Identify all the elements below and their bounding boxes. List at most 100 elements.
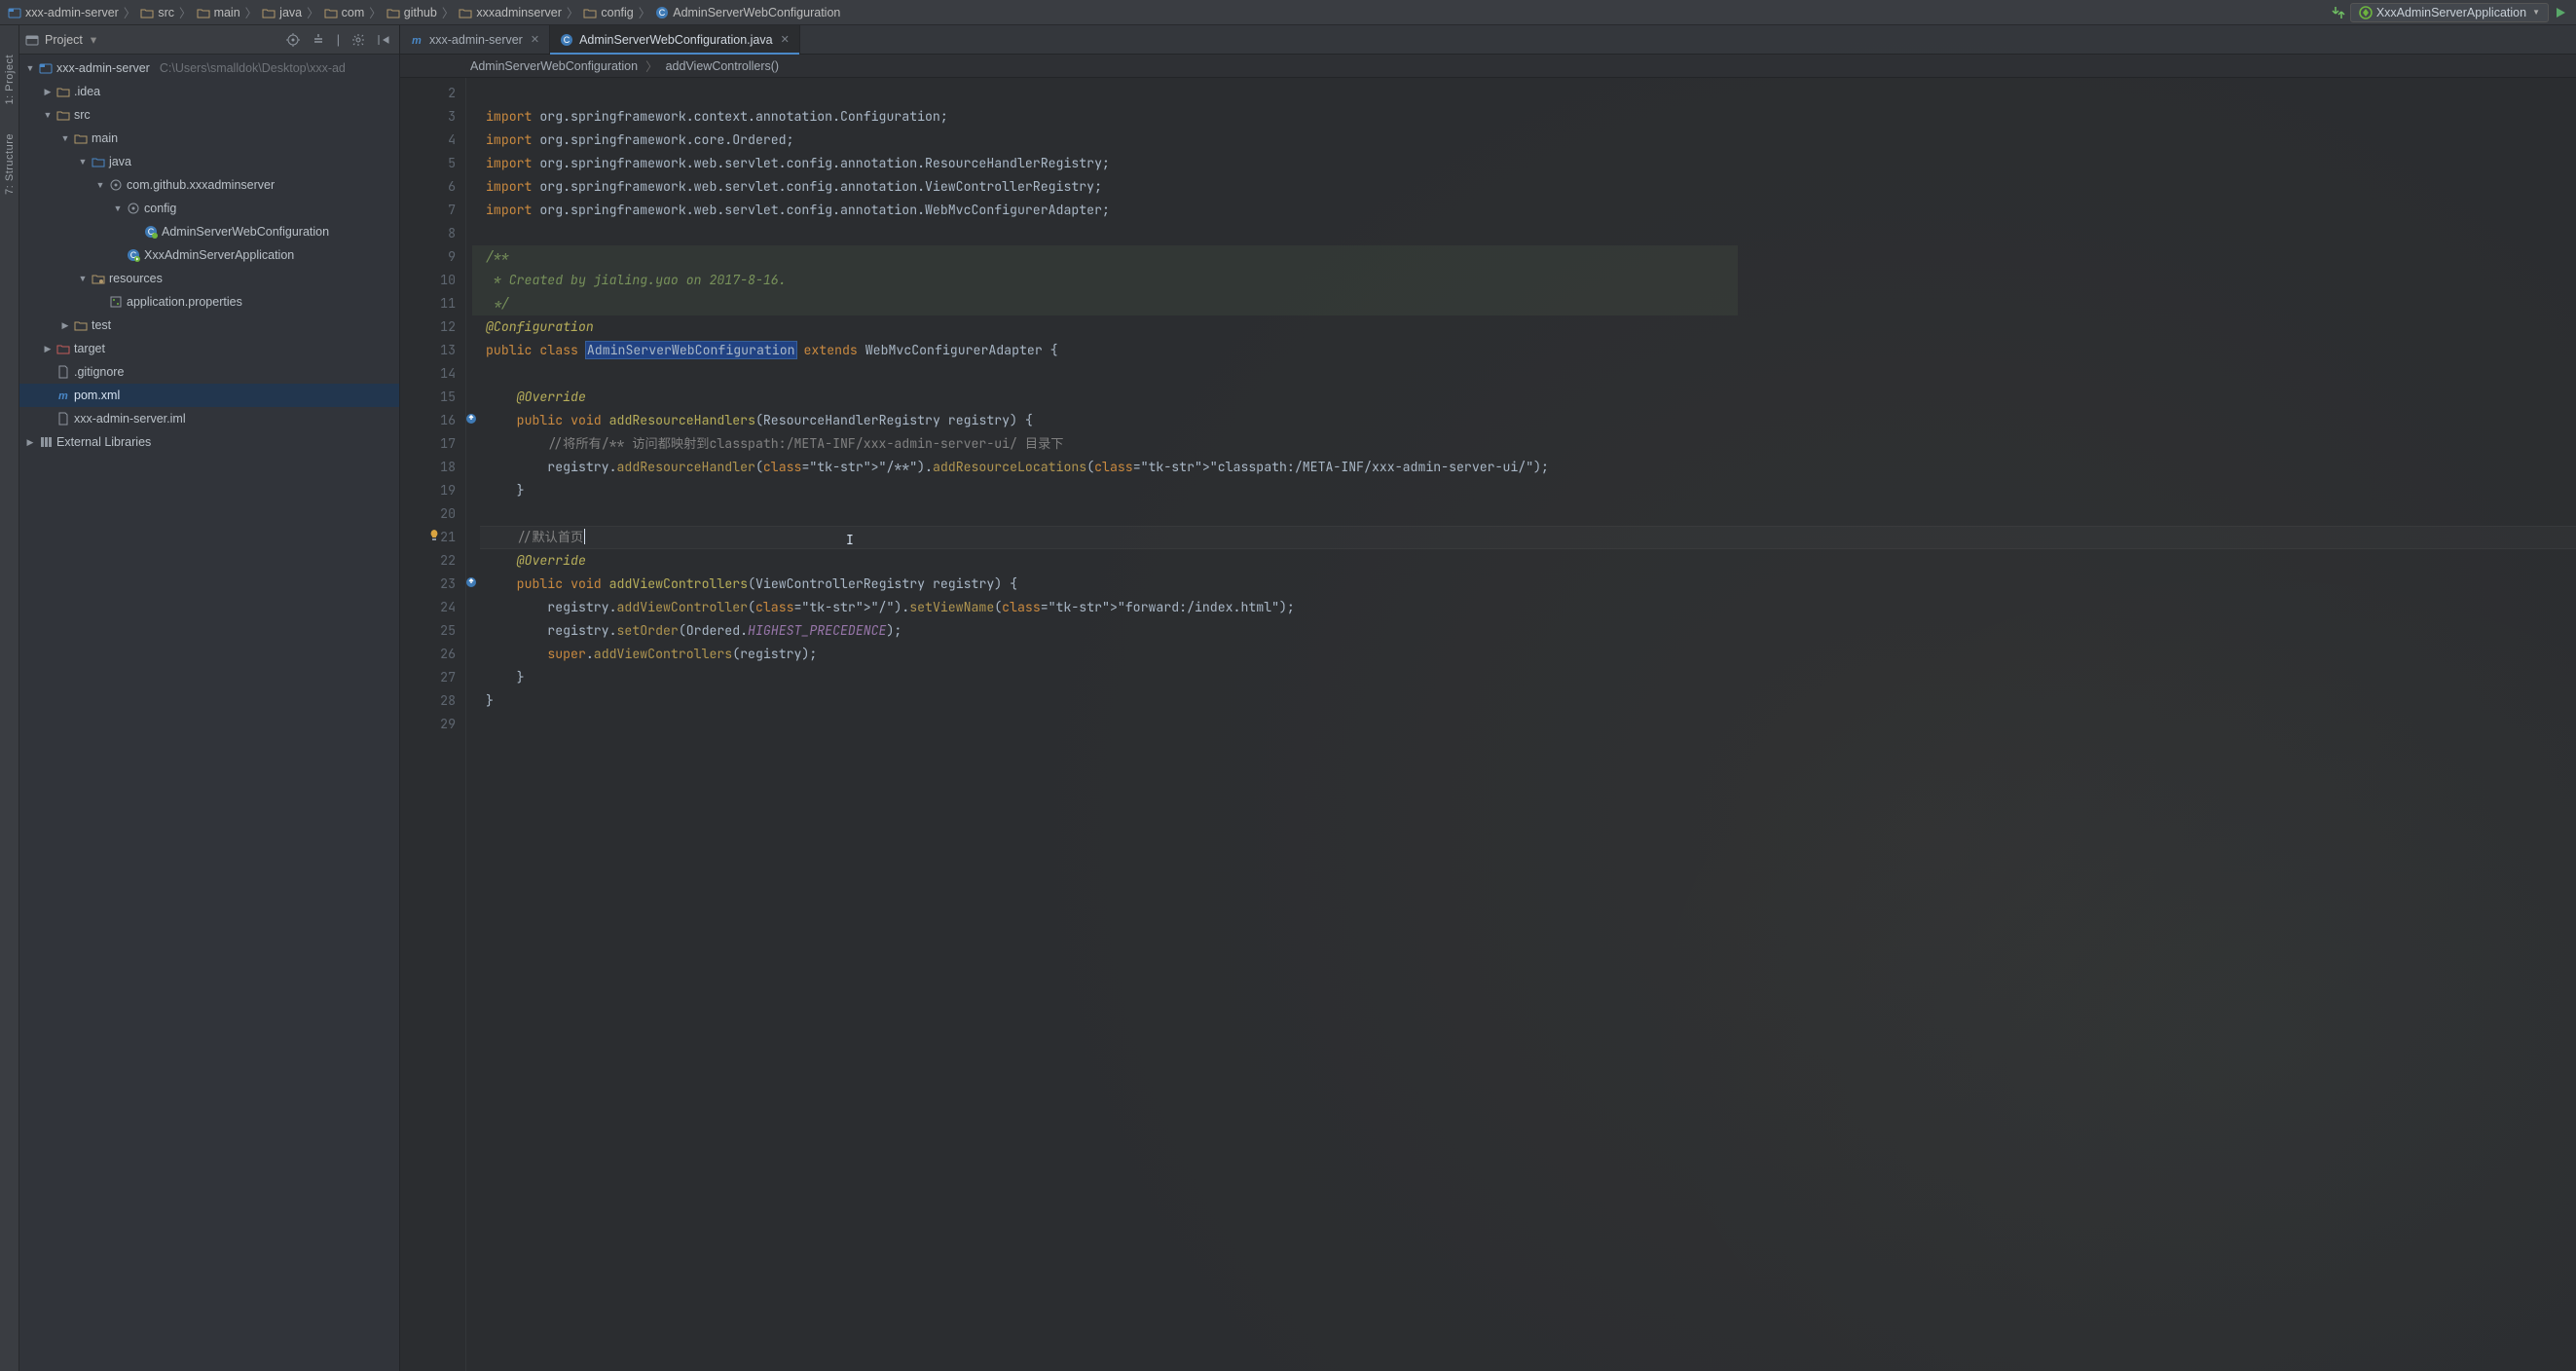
close-icon[interactable]: ✕ [531,33,539,46]
tree-row[interactable]: mpom.xml [19,384,399,407]
breadcrumb-item[interactable]: src [138,6,176,19]
breadcrumb-item[interactable]: main [195,6,242,19]
crumb-class[interactable]: AdminServerWebConfiguration [470,59,638,73]
code-line[interactable]: import org.springframework.web.servlet.c… [486,152,2576,175]
breadcrumb-item[interactable]: github [385,6,439,19]
line-number[interactable]: 17 [400,432,456,456]
code-line[interactable] [486,222,2576,245]
line-number[interactable]: 25 [400,619,456,643]
tree-arrow-icon[interactable]: ▼ [78,157,88,167]
line-number[interactable]: 27 [400,666,456,689]
hide-panel-icon[interactable] [374,33,393,47]
code-line[interactable]: registry.addResourceHandler(class="tk-st… [486,456,2576,479]
line-number[interactable]: 23 [400,573,456,596]
code-line[interactable]: @Configuration [486,315,2576,339]
breadcrumb-item[interactable]: java [260,6,304,19]
code-line[interactable]: registry.setOrder(Ordered.HIGHEST_PRECED… [486,619,2576,643]
code-line[interactable] [486,362,2576,386]
tree-row[interactable]: CXxxAdminServerApplication [19,243,399,267]
line-number[interactable]: 4 [400,129,456,152]
code-line[interactable]: super.addViewControllers(registry); [486,643,2576,666]
line-number[interactable]: 2 [400,82,456,105]
tree-arrow-icon[interactable]: ▼ [95,180,105,190]
code-line[interactable]: */ [486,292,2576,315]
breadcrumb-item[interactable]: xxxadminserver [457,6,564,19]
tree-row[interactable]: CAdminServerWebConfiguration [19,220,399,243]
tree-row[interactable]: ▼config [19,197,399,220]
line-number[interactable]: 20 [400,502,456,526]
tree-arrow-icon[interactable]: ▼ [43,110,53,120]
tree-row[interactable]: ▶test [19,314,399,337]
code-line[interactable]: @Override [486,386,2576,409]
line-number[interactable]: 22 [400,549,456,573]
code-line[interactable]: registry.addViewController(class="tk-str… [486,596,2576,619]
tree-row[interactable]: ▼main [19,127,399,150]
line-number[interactable]: 5 [400,152,456,175]
editor-tab[interactable]: mxxx-admin-server✕ [400,25,550,54]
tree-row[interactable]: ▶External Libraries [19,430,399,454]
code-line[interactable]: } [486,689,2576,713]
code-line[interactable] [486,502,2576,526]
tree-arrow-icon[interactable]: ▶ [43,87,53,97]
line-number[interactable]: 26 [400,643,456,666]
line-number[interactable]: 19 [400,479,456,502]
gear-icon[interactable] [349,33,368,47]
line-number[interactable]: 8 [400,222,456,245]
tree-row[interactable]: ▶.idea [19,80,399,103]
breadcrumb-item[interactable]: xxx-admin-server [6,6,121,19]
crumb-method[interactable]: addViewControllers() [666,59,780,73]
tree-row[interactable]: xxx-admin-server.iml [19,407,399,430]
tree-row[interactable]: ▼com.github.xxxadminserver [19,173,399,197]
tree-row[interactable]: ▶target [19,337,399,360]
line-number[interactable]: 11 [400,292,456,315]
breadcrumb-item[interactable]: config [581,6,635,19]
tree-row[interactable]: ▼resources [19,267,399,290]
breadcrumb-item[interactable]: CAdminServerWebConfiguration [653,6,842,19]
tree-row[interactable]: application.properties [19,290,399,314]
locate-icon[interactable] [283,33,303,47]
tool-window-structure[interactable]: 7: Structure [4,133,16,195]
code-line[interactable]: public void addViewControllers(ViewContr… [486,573,2576,596]
editor-tab[interactable]: CAdminServerWebConfiguration.java✕ [550,25,800,54]
line-number[interactable]: 13 [400,339,456,362]
tree-row[interactable]: ▼src [19,103,399,127]
breadcrumb-item[interactable]: com [322,6,367,19]
line-number[interactable]: 10 [400,269,456,292]
line-number[interactable]: 9 [400,245,456,269]
code-line[interactable]: import org.springframework.web.servlet.c… [486,199,2576,222]
project-tree[interactable]: ▼xxx-admin-serverC:\Users\smalldok\Deskt… [19,55,399,1371]
line-number[interactable]: 28 [400,689,456,713]
line-number[interactable]: 14 [400,362,456,386]
vcs-update-icon[interactable] [2329,6,2348,19]
tree-arrow-icon[interactable]: ▶ [43,344,53,354]
code-line[interactable]: import org.springframework.context.annot… [486,105,2576,129]
line-gutter[interactable]: 2345678910111213141516171819202122232425… [400,78,466,1371]
chevron-down-icon[interactable]: ▾ [91,33,96,47]
tree-arrow-icon[interactable]: ▼ [78,274,88,283]
line-number[interactable]: 15 [400,386,456,409]
line-number[interactable]: 29 [400,713,456,736]
tree-arrow-icon[interactable]: ▼ [60,133,70,143]
tree-arrow-icon[interactable]: ▼ [25,63,35,73]
tree-row[interactable]: ▼java [19,150,399,173]
tree-arrow-icon[interactable]: ▶ [60,320,70,331]
code-line[interactable]: } [486,479,2576,502]
line-number[interactable]: 24 [400,596,456,619]
code-line[interactable]: * Created by jialing.yao on 2017-8-16. [486,269,2576,292]
code-line[interactable]: /** [486,245,2576,269]
tool-window-project[interactable]: 1: Project [4,55,16,104]
editor[interactable]: 2345678910111213141516171819202122232425… [400,78,2576,1371]
line-number[interactable]: 7 [400,199,456,222]
code-line[interactable] [486,713,2576,736]
code-line[interactable]: import org.springframework.core.Ordered; [486,129,2576,152]
line-number[interactable]: 12 [400,315,456,339]
code-line[interactable]: public class AdminServerWebConfiguration… [486,339,2576,362]
code-area[interactable]: import org.springframework.context.annot… [480,78,2576,1371]
tree-arrow-icon[interactable]: ▼ [113,204,123,213]
code-line[interactable]: I //默认首页 [486,526,2576,549]
code-line[interactable]: @Override [486,549,2576,573]
close-icon[interactable]: ✕ [781,33,790,46]
line-number[interactable]: 6 [400,175,456,199]
line-number[interactable]: 16 [400,409,456,432]
line-number[interactable]: 3 [400,105,456,129]
